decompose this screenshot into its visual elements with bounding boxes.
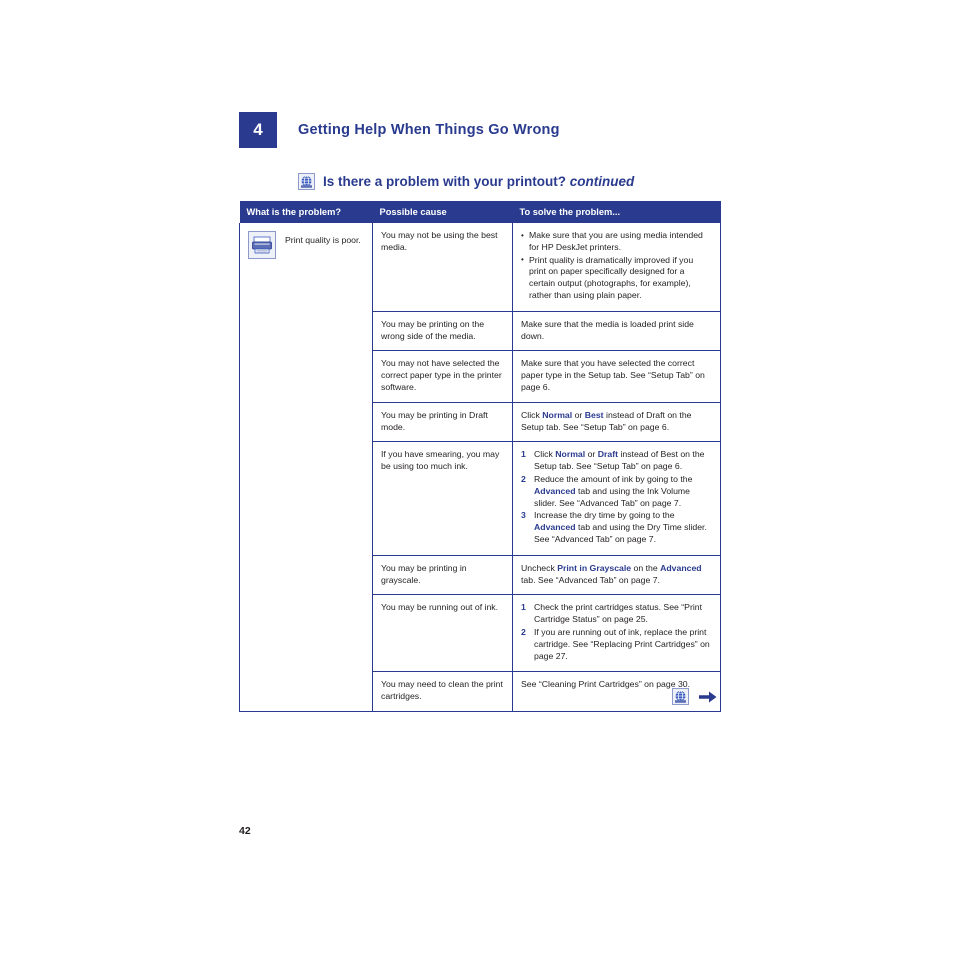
cause-cell: You may be printing on the wrong side of… [372, 311, 513, 352]
solution-cell: Make sure that you are using media inten… [512, 223, 721, 312]
step-number: 3 [521, 510, 526, 521]
list-item: 2 Reduce the amount of ink by going to th… [521, 474, 712, 509]
list-item: 1 Click Normal or Draft instead of Best o… [521, 449, 712, 473]
list-item: 3 Increase the dry time by going to the A… [521, 510, 712, 545]
solution-text-pre: Uncheck [521, 562, 558, 573]
column-header-problem: What is the problem? [239, 201, 373, 223]
solution-step-list: 1 Click Normal or Draft instead of Best o… [521, 449, 712, 545]
keyword-best: Best [584, 409, 604, 420]
keyword-draft: Draft [597, 449, 619, 460]
problem-cell: Print quality is poor. [239, 223, 373, 712]
section-heading: Is there a problem with your printout? c… [298, 173, 634, 190]
cause-cell: You may be printing in Draft mode. [372, 402, 513, 443]
keyword-advanced: Advanced [534, 485, 576, 496]
keyword-normal: Normal [542, 409, 573, 420]
keyword-advanced: Advanced [534, 522, 576, 533]
cause-cell: You may not be using the best media. [372, 223, 513, 312]
cause-cell: You may not have selected the correct pa… [372, 350, 513, 403]
cause-cell: You may need to clean the print cartridg… [372, 671, 513, 712]
step-number: 2 [521, 626, 526, 637]
chapter-number: 4 [239, 112, 277, 148]
step-number: 2 [521, 473, 526, 484]
solution-text-mid: on the [631, 562, 661, 573]
table-header-row: What is the problem? Possible cause To s… [239, 201, 721, 223]
solution-cell: Make sure that the media is loaded print… [512, 311, 721, 352]
printer-globe-icon[interactable] [672, 688, 689, 705]
list-item: 1 Check the print cartridges status. See … [521, 602, 712, 626]
solution-cell: Make sure that you have selected the cor… [512, 350, 721, 403]
list-item: Print quality is dramatically improved i… [521, 254, 712, 302]
problem-label: Print quality is poor. [285, 235, 361, 245]
step-text-pre: Click [534, 449, 556, 460]
chapter-header: 4 Getting Help When Things Go Wrong [239, 112, 560, 148]
step-number: 1 [521, 602, 526, 613]
solution-cell: 1 Click Normal or Draft instead of Best o… [512, 441, 721, 556]
step-text-pre: Increase the dry time by going to the [534, 510, 675, 521]
step-text-pre: Reduce the amount of ink by going to the [534, 473, 693, 484]
cause-cell: You may be running out of ink. [372, 594, 513, 673]
solution-text-pre: Click [521, 409, 543, 420]
solution-bullet-list: Make sure that you are using media inten… [521, 230, 712, 302]
keyword-advanced: Advanced [660, 562, 702, 573]
section-title-text: Is there a problem with your printout? c… [323, 174, 634, 189]
footer-navigation[interactable] [672, 688, 717, 705]
solution-text-post: tab. See “Advanced Tab” on page 7. [521, 574, 660, 585]
printer-globe-icon [298, 173, 315, 190]
list-item: Make sure that you are using media inten… [521, 230, 712, 254]
solution-cell: 1 Check the print cartridges status. See … [512, 594, 721, 673]
section-continued-label: continued [569, 174, 635, 189]
step-text-mid: or [585, 449, 598, 460]
cause-cell: You may be printing in grayscale. [372, 555, 513, 596]
list-item: 2 If you are running out of ink, replace … [521, 627, 712, 662]
column-header-solution: To solve the problem... [512, 201, 721, 223]
keyword-print-in-grayscale: Print in Grayscale [557, 562, 632, 573]
solution-cell: Click Normal or Best instead of Draft on… [512, 402, 721, 443]
troubleshooting-table: What is the problem? Possible cause To s… [239, 201, 721, 712]
section-title-label: Is there a problem with your printout? [323, 174, 567, 189]
chapter-title: Getting Help When Things Go Wrong [298, 122, 560, 138]
right-arrow-icon[interactable] [699, 690, 717, 704]
keyword-normal: Normal [555, 449, 586, 460]
printer-icon [248, 231, 276, 259]
solution-cell: Uncheck Print in Grayscale on the Advanc… [512, 555, 721, 596]
solution-step-list: 1 Check the print cartridges status. See … [521, 602, 712, 662]
column-header-cause: Possible cause [372, 201, 513, 223]
step-text: If you are running out of ink, replace t… [534, 626, 710, 661]
step-number: 1 [521, 449, 526, 460]
table-row: Print quality is poor. You may not be us… [239, 223, 721, 712]
page-number: 42 [239, 825, 251, 837]
step-text: Check the print cartridges status. See “… [534, 602, 703, 625]
document-page: 4 Getting Help When Things Go Wrong Is t… [0, 0, 954, 954]
cause-cell: If you have smearing, you may be using t… [372, 441, 513, 556]
solution-text-mid: or [572, 409, 585, 420]
